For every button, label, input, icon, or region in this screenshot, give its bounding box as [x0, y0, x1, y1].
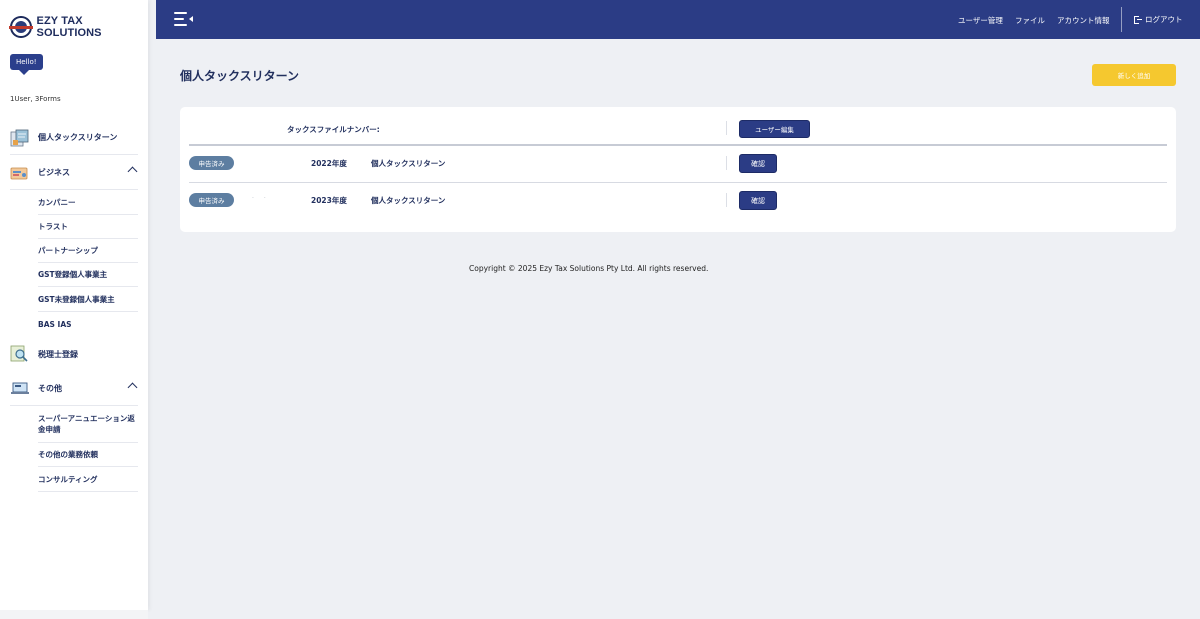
sidebar-subitem-partnership[interactable]: パートナーシップ [38, 239, 138, 263]
page-title: 個人タックスリターン [180, 69, 300, 83]
nav-account-info[interactable]: アカウント情報 [1057, 15, 1110, 26]
masked-tfn: ·· [252, 195, 276, 202]
app-name: EZY TAX SOLUTIONS [36, 15, 102, 39]
sidebar-item-business[interactable]: ビジネス [10, 156, 138, 190]
chevron-up-icon[interactable] [127, 166, 138, 177]
tfn-label: タックスファイルナンバー: [287, 125, 380, 134]
logout-link[interactable]: ログアウト [1134, 14, 1183, 25]
greeting-bubble: Hello! [10, 54, 43, 75]
nav-files[interactable]: ファイル [1015, 15, 1045, 26]
tax-return-icon [10, 129, 30, 147]
tax-agent-search-icon [10, 345, 30, 363]
sidebar-subitem-trust[interactable]: トラスト [38, 215, 138, 239]
status-badge: 申告済み [189, 193, 234, 207]
status-badge: 申告済み [189, 156, 234, 170]
copyright-text: Copyright © 2025 Ezy Tax Solutions Pty L… [469, 264, 709, 273]
tax-return-table: タックスファイルナンバー: ユーザー編集 申告済み 2022年度 個人タックスリ… [180, 107, 1176, 232]
sidebar-item-label: その他 [38, 384, 62, 393]
sidebar-item-others[interactable]: その他 [10, 372, 138, 406]
menu-toggle-icon[interactable] [174, 12, 193, 26]
sidebar-item-tax-agent-registration[interactable]: 税理士登録 [10, 337, 138, 371]
tax-year: 2023年度 [311, 196, 347, 205]
column-divider [726, 121, 727, 135]
sidebar-item-personal-tax-return[interactable]: 個人タックスリターン [10, 121, 138, 155]
sidebar-item-label: 個人タックスリターン [38, 133, 118, 142]
sidebar-subitem-company[interactable]: カンパニー [38, 191, 138, 215]
sidebar-item-label: ビジネス [38, 168, 70, 177]
logout-icon [1134, 15, 1142, 24]
add-new-button[interactable]: 新しく追加 [1092, 64, 1176, 86]
form-name: 個人タックスリターン [371, 196, 446, 205]
header-divider [1121, 7, 1122, 32]
header-divider-line [189, 144, 1167, 146]
logo-globe-icon [9, 16, 33, 38]
sidebar-footer [0, 610, 148, 619]
confirm-button[interactable]: 確認 [739, 191, 777, 210]
app-logo[interactable]: EZY TAX SOLUTIONS [9, 15, 148, 39]
nav-user-management[interactable]: ユーザー管理 [958, 15, 1003, 26]
row-divider [189, 182, 1167, 183]
sidebar-subitem-gst-registered[interactable]: GST登録個人事業主 [38, 263, 138, 287]
sidebar-item-label: 税理士登録 [38, 349, 78, 359]
account-summary: 1User, 3Forms [10, 95, 61, 103]
column-divider [726, 193, 727, 207]
laptop-icon [10, 380, 30, 398]
sidebar-subitem-superannuation[interactable]: スーパーアニュエーション返金申請 [38, 407, 138, 443]
sidebar-subitem-other-requests[interactable]: その他の業務依頼 [38, 443, 138, 467]
column-divider [726, 156, 727, 170]
sidebar-subitem-consulting[interactable]: コンサルティング [38, 467, 138, 492]
confirm-button[interactable]: 確認 [739, 154, 777, 173]
form-name: 個人タックスリターン [371, 159, 446, 168]
top-bar: ユーザー管理 ファイル アカウント情報 ログアウト [156, 0, 1200, 39]
sidebar: EZY TAX SOLUTIONS Hello! 1User, 3Forms 個… [0, 0, 148, 610]
edit-user-button[interactable]: ユーザー編集 [739, 120, 810, 138]
logout-label: ログアウト [1145, 15, 1183, 24]
business-card-icon [10, 164, 30, 182]
chevron-up-icon[interactable] [127, 382, 138, 393]
sidebar-subitem-gst-unregistered[interactable]: GST未登録個人事業主 [38, 287, 138, 312]
tax-year: 2022年度 [311, 159, 347, 168]
sidebar-subitem-bas-ias[interactable]: BAS IAS [38, 312, 138, 337]
